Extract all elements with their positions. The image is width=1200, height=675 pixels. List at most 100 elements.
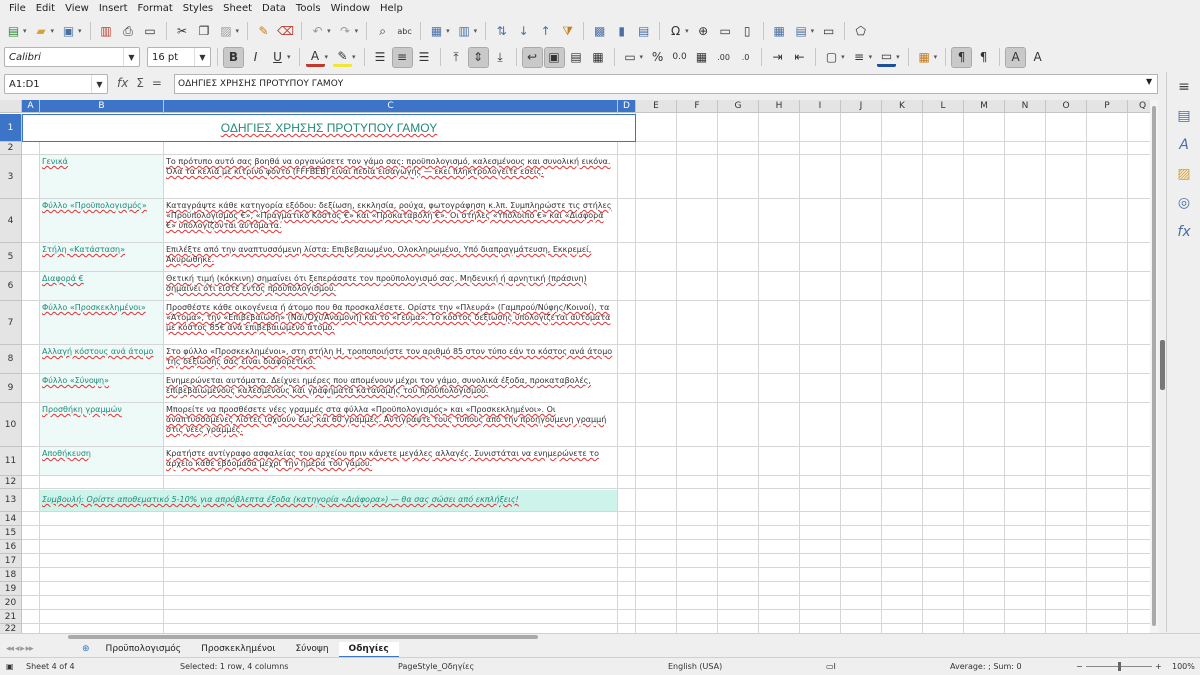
column-icon[interactable]: ▥ [455, 22, 474, 41]
document-modified-icon[interactable]: ▣ [6, 662, 14, 671]
clone-formatting-icon[interactable]: ✎ [254, 22, 273, 41]
currency-format-icon[interactable]: ▭ [621, 48, 640, 67]
instruction-text[interactable]: Ενημερώνεται αυτόματα. Δείχνει ημέρες πο… [164, 374, 617, 402]
currency-dropdown-icon[interactable]: ▾ [640, 53, 644, 61]
column-header-e[interactable]: E [636, 100, 677, 113]
hyperlink-icon[interactable]: ⊕ [694, 22, 713, 41]
comment-icon[interactable]: ▭ [716, 22, 735, 41]
print-icon[interactable]: ⎙ [119, 22, 138, 41]
zoom-in-icon[interactable]: + [1155, 662, 1162, 671]
borders-icon[interactable]: ▢ [822, 48, 841, 67]
chevron-down-icon[interactable]: ▼ [123, 48, 139, 66]
split-window-icon[interactable]: ▭ [819, 22, 838, 41]
font-color-icon[interactable]: A [305, 48, 325, 67]
conditional-dropdown-icon[interactable]: ▾ [934, 53, 938, 61]
gallery-icon[interactable]: ▨ [1167, 159, 1200, 188]
row-header-9[interactable]: 9 [0, 374, 22, 403]
font-color-dropdown-icon[interactable]: ▾ [325, 53, 329, 61]
zoom-slider-knob[interactable] [1118, 662, 1121, 671]
text-orientation-vertical-icon[interactable]: A [1028, 48, 1047, 67]
selection-mode-icon[interactable]: ▭I [826, 662, 836, 671]
instruction-label[interactable]: Γενικά [40, 155, 163, 198]
merge-center-icon[interactable]: ▣ [543, 46, 565, 68]
border-style-dropdown-icon[interactable]: ▾ [869, 53, 873, 61]
column-header-n[interactable]: N [1005, 100, 1046, 113]
date-format-icon[interactable]: ▦ [692, 48, 711, 67]
font-name-combo[interactable]: Calibri ▼ [4, 47, 140, 67]
special-character-icon[interactable]: Ω [666, 22, 685, 41]
instruction-text[interactable]: Καταγράψτε κάθε κατηγορία εξόδου: δεξίωσ… [164, 199, 617, 242]
menu-window[interactable]: Window [326, 3, 375, 14]
align-left-icon[interactable]: ☰ [371, 48, 390, 67]
new-dropdown-icon[interactable]: ▾ [23, 27, 27, 35]
zoom-level[interactable]: 100% [1172, 662, 1195, 671]
row-icon[interactable]: ▦ [427, 22, 446, 41]
align-middle-icon[interactable]: ⇕ [467, 46, 489, 68]
paste-icon[interactable]: ▨ [217, 22, 236, 41]
sidebar-splitter[interactable] [1160, 340, 1165, 390]
right-to-left-icon[interactable]: ¶ [974, 48, 993, 67]
formula-icon[interactable]: = [152, 76, 162, 90]
row-header-19[interactable]: 19 [0, 582, 22, 596]
column-header-j[interactable]: J [841, 100, 882, 113]
row-header-13[interactable]: 13 [0, 489, 22, 512]
row-header-17[interactable]: 17 [0, 554, 22, 568]
instruction-text[interactable]: Στο φύλλο «Προσκεκλημένοι», στη στήλη H,… [164, 345, 617, 373]
unmerge-cells-icon[interactable]: ▦ [589, 48, 608, 67]
left-to-right-icon[interactable]: ¶ [951, 46, 973, 68]
undo-dropdown-icon[interactable]: ▾ [327, 27, 331, 35]
zoom-out-icon[interactable]: − [1076, 662, 1083, 671]
underline-icon[interactable]: U [268, 48, 287, 67]
redo-dropdown-icon[interactable]: ▾ [355, 27, 359, 35]
expand-formula-icon[interactable]: ▼ [1146, 77, 1152, 86]
tip-note[interactable]: Συμβουλή: Ορίστε αποθεματικό 5-10% για α… [40, 490, 617, 511]
instruction-label[interactable]: Αποθήκευση [40, 447, 163, 475]
number-format-icon[interactable]: 0.0 [670, 48, 689, 67]
wrap-text-icon[interactable]: ↩ [521, 46, 543, 68]
column-header-d[interactable]: D [618, 100, 636, 113]
show-draw-functions-icon[interactable]: ⬠ [851, 22, 870, 41]
borders-dropdown-icon[interactable]: ▾ [841, 53, 845, 61]
define-print-area-icon[interactable]: ▦ [770, 22, 789, 41]
increase-indent-icon[interactable]: ⇥ [768, 48, 787, 67]
row-header-5[interactable]: 5 [0, 243, 22, 272]
new-icon[interactable]: ▤ [4, 22, 23, 41]
align-bottom-icon[interactable]: ⤓ [491, 48, 510, 67]
insert-pivot-table-icon[interactable]: ▤ [634, 22, 653, 41]
menu-icon[interactable]: ≡ [1167, 72, 1200, 101]
column-header-l[interactable]: L [923, 100, 964, 113]
save-icon[interactable]: ▣ [59, 22, 78, 41]
bold-icon[interactable]: B [223, 46, 244, 68]
freeze-rows-columns-icon[interactable]: ▤ [792, 22, 811, 41]
sort-descending-icon[interactable]: ↑ [536, 22, 555, 41]
menu-edit[interactable]: Edit [31, 3, 60, 14]
instruction-label[interactable]: Διαφορά € [40, 272, 163, 300]
column-header-g[interactable]: G [718, 100, 759, 113]
name-box[interactable]: A1:D1 ▼ [4, 74, 108, 94]
highlight-color-icon[interactable]: ✎ [333, 48, 353, 67]
formula-input[interactable]: ΟΔΗΓΙΕΣ ΧΡΗΣΗΣ ΠΡΟΤΥΠΟΥ ΓΑΜΟΥ [174, 74, 1158, 94]
row-header-8[interactable]: 8 [0, 345, 22, 374]
instruction-text[interactable]: Μπορείτε να προσθέσετε νέες γραμμές στα … [164, 403, 617, 446]
italic-icon[interactable]: I [246, 48, 265, 67]
menu-insert[interactable]: Insert [94, 3, 133, 14]
merge-cells-icon[interactable]: ▤ [567, 48, 586, 67]
menu-view[interactable]: View [60, 3, 94, 14]
spelling-icon[interactable]: abc [395, 22, 414, 41]
insert-chart-icon[interactable]: ▮ [612, 22, 631, 41]
print-preview-icon[interactable]: ▭ [141, 22, 160, 41]
instruction-label[interactable]: Φύλλο «Σύνοψη» [40, 374, 163, 402]
tab-budget[interactable]: Προϋπολογισμός [96, 642, 192, 658]
vertical-scrollbar[interactable] [1150, 100, 1158, 633]
sheet-title[interactable]: ΟΔΗΓΙΕΣ ΧΡΗΣΗΣ ΠΡΟΤΥΠΟΥ ΓΑΜΟΥ [22, 114, 636, 142]
row-header-15[interactable]: 15 [0, 526, 22, 540]
row-header-10[interactable]: 10 [0, 403, 22, 447]
tab-guests[interactable]: Προσκεκλημένοι [191, 642, 285, 658]
row-header-11[interactable]: 11 [0, 447, 22, 476]
instruction-label[interactable]: Φύλλο «Προσκεκλημένοι» [40, 301, 163, 344]
align-center-icon[interactable]: ≡ [391, 46, 413, 68]
headers-footers-icon[interactable]: ▯ [738, 22, 757, 41]
row-header-21[interactable]: 21 [0, 610, 22, 624]
chevron-down-icon[interactable]: ▼ [194, 48, 210, 66]
text-orientation-horizontal-icon[interactable]: A [1005, 46, 1027, 68]
